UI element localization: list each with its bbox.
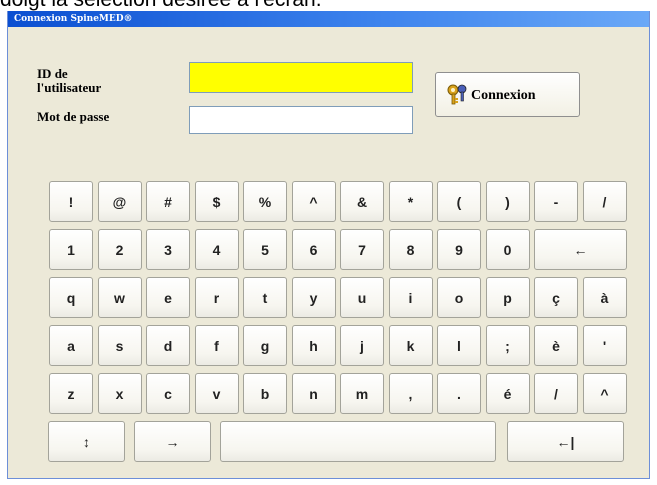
key-t[interactable]: t	[243, 277, 287, 318]
key-a-grave[interactable]: à	[582, 277, 627, 318]
key-p[interactable]: p	[485, 277, 530, 318]
key-percent[interactable]: %	[243, 181, 287, 222]
key-s[interactable]: s	[97, 325, 142, 366]
key-exclamation[interactable]: !	[49, 181, 93, 222]
key-enter[interactable]: ←|	[507, 421, 624, 462]
key-f[interactable]: f	[194, 325, 239, 366]
key-asterisk[interactable]: *	[388, 181, 433, 222]
key-n[interactable]: n	[291, 373, 336, 414]
key-e-grave[interactable]: è	[534, 325, 578, 366]
key-shift[interactable]: ↕	[48, 421, 125, 462]
key-backspace[interactable]: ←	[534, 229, 627, 270]
key-space[interactable]	[220, 421, 496, 462]
key-x[interactable]: x	[97, 373, 142, 414]
key-period[interactable]: .	[437, 373, 481, 414]
key-v[interactable]: v	[194, 373, 239, 414]
key-b[interactable]: b	[243, 373, 287, 414]
key-5[interactable]: 5	[243, 229, 287, 270]
key-m[interactable]: m	[340, 373, 384, 414]
key-e[interactable]: e	[146, 277, 190, 318]
connect-button-label: Connexion	[471, 88, 536, 103]
key-at[interactable]: @	[97, 181, 142, 222]
key-caret[interactable]: ^	[291, 181, 336, 222]
key-k[interactable]: k	[388, 325, 433, 366]
key-slash[interactable]: /	[534, 373, 578, 414]
key-semicolon[interactable]: ;	[485, 325, 530, 366]
key-0[interactable]: 0	[485, 229, 530, 270]
title-bar: Connexion SpineMED®	[8, 11, 649, 27]
key-q[interactable]: q	[49, 277, 93, 318]
password-field[interactable]	[189, 106, 413, 134]
key-r[interactable]: r	[194, 277, 239, 318]
key-apostrophe[interactable]: '	[582, 325, 627, 366]
key-e-acute[interactable]: é	[485, 373, 530, 414]
key-j[interactable]: j	[340, 325, 384, 366]
key-z[interactable]: z	[49, 373, 93, 414]
key-c[interactable]: c	[146, 373, 190, 414]
key-2[interactable]: 2	[97, 229, 142, 270]
key-comma[interactable]: ,	[388, 373, 433, 414]
key-o[interactable]: o	[437, 277, 481, 318]
key-1[interactable]: 1	[49, 229, 93, 270]
key-4[interactable]: 4	[194, 229, 239, 270]
key-i[interactable]: i	[388, 277, 433, 318]
key-y[interactable]: y	[291, 277, 336, 318]
key-g[interactable]: g	[243, 325, 287, 366]
user-id-label-line2: l'utilisateur	[37, 80, 102, 95]
key-d[interactable]: d	[146, 325, 190, 366]
key-w[interactable]: w	[97, 277, 142, 318]
key-a[interactable]: a	[49, 325, 93, 366]
connect-button[interactable]: Connexion	[435, 72, 580, 117]
key-paren-open[interactable]: (	[437, 181, 481, 222]
key-l[interactable]: l	[437, 325, 481, 366]
key-dash[interactable]: -	[534, 181, 578, 222]
key-caret[interactable]: ^	[582, 373, 627, 414]
user-id-label: ID de l'utilisateur	[37, 67, 101, 95]
user-id-label-line1: ID de	[37, 66, 68, 81]
key-7[interactable]: 7	[340, 229, 384, 270]
key-c-cedilla[interactable]: ç	[534, 277, 578, 318]
key-ampersand[interactable]: &	[340, 181, 384, 222]
key-6[interactable]: 6	[291, 229, 336, 270]
key-8[interactable]: 8	[388, 229, 433, 270]
key-u[interactable]: u	[340, 277, 384, 318]
login-window: Connexion SpineMED® ID de l'utilisateur …	[7, 11, 650, 479]
background-caption-text: doigt la sélection désirée à l'écran.	[0, 0, 657, 11]
key-icon	[447, 84, 467, 105]
key-slash[interactable]: /	[582, 181, 627, 222]
key-tab[interactable]: →	[134, 421, 211, 462]
password-label: Mot de passe	[37, 109, 110, 124]
key-hash[interactable]: #	[146, 181, 190, 222]
user-id-field[interactable]	[189, 62, 413, 93]
key-9[interactable]: 9	[437, 229, 481, 270]
key-paren-close[interactable]: )	[485, 181, 530, 222]
key-dollar[interactable]: $	[194, 181, 239, 222]
key-3[interactable]: 3	[146, 229, 190, 270]
key-h[interactable]: h	[291, 325, 336, 366]
window-title: Connexion SpineMED®	[14, 14, 133, 24]
